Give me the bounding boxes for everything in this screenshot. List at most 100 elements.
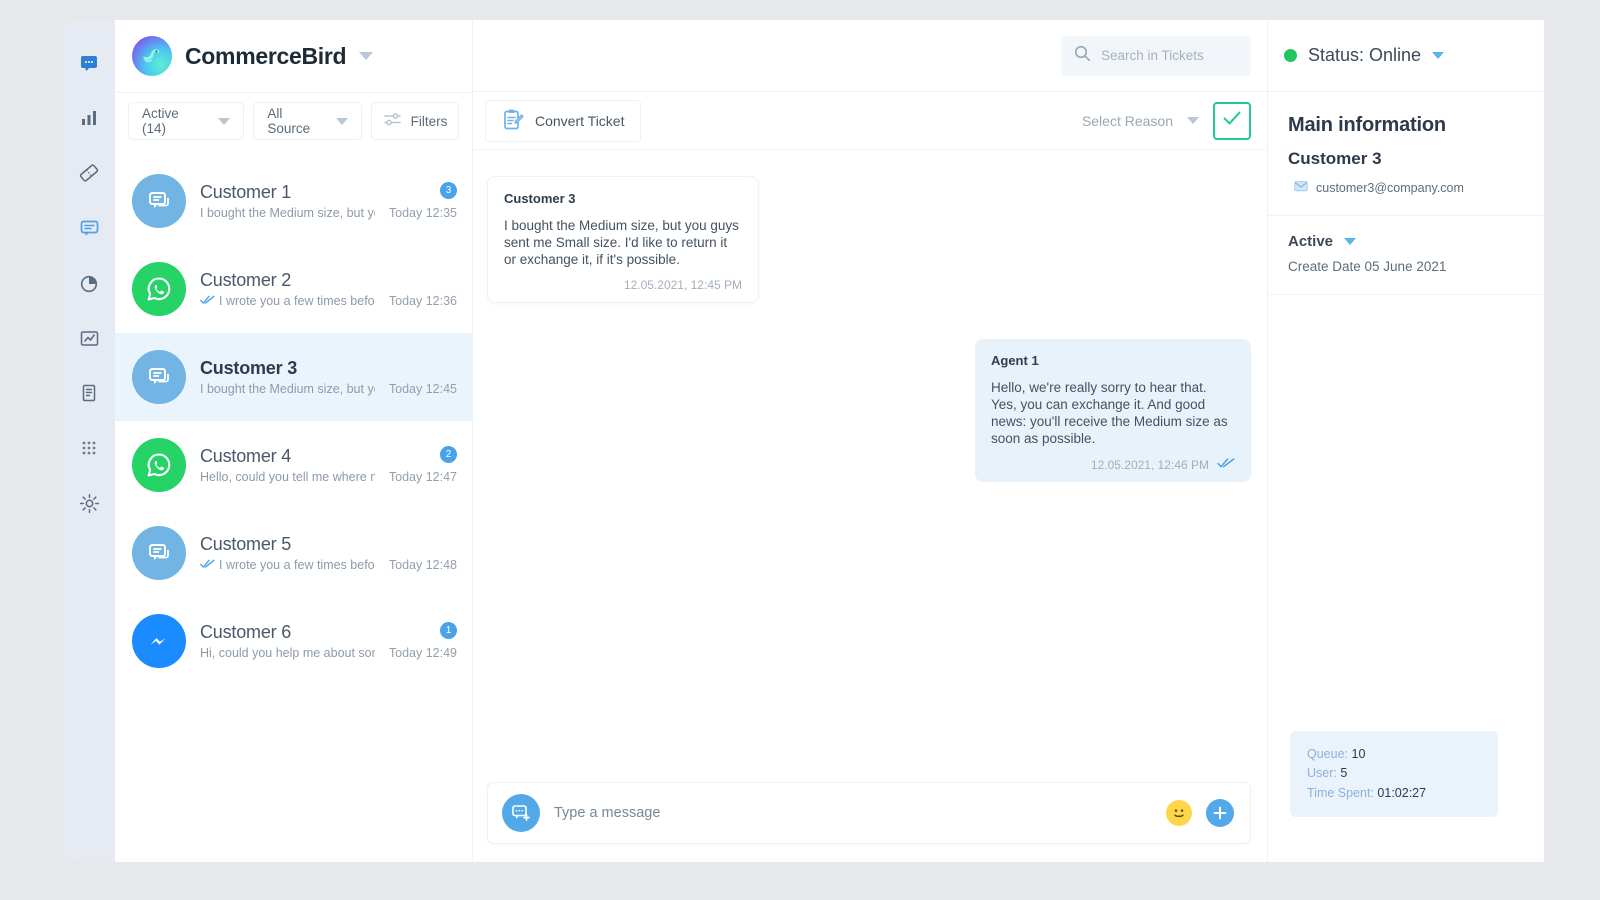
chat-column: Convert Ticket Select Reason Customer 3 … (472, 20, 1267, 862)
conversation-text: Customer 6 Hi, could you help me about so… (200, 622, 375, 660)
add-message-icon[interactable] (502, 794, 540, 832)
sidebar-item-documents[interactable] (74, 378, 104, 408)
user-stat: User: 5 (1307, 764, 1481, 783)
conversation-list[interactable]: Customer 1 I bought the Medium size, but … (115, 149, 472, 862)
chat-avatar-icon (132, 350, 186, 404)
conversation-time: Today 12:35 (388, 206, 457, 220)
conversation-meta: Today 12:36 (389, 270, 457, 308)
conversation-snippet: I bought the Medium size, but you guys..… (200, 206, 375, 220)
conversation-row[interactable]: Customer 2 I wrote you a few times before… (115, 245, 472, 333)
conversation-text: Customer 1 I bought the Medium size, but … (200, 182, 375, 220)
conversation-name: Customer 1 (200, 182, 292, 202)
sidebar-item-statistics[interactable] (74, 103, 104, 133)
smiley-icon[interactable] (1166, 800, 1192, 826)
conversation-snippet-row: Hi, could you help me about something? (200, 646, 375, 660)
chat-tools-bar: Convert Ticket Select Reason (473, 92, 1267, 150)
conversation-row[interactable]: Customer 1 I bought the Medium size, but … (115, 157, 472, 245)
read-receipt-icon (1217, 457, 1235, 473)
read-receipt-icon (200, 294, 215, 308)
message-author: Customer 3 (504, 191, 576, 206)
message-bubble-incoming: Customer 3 I bought the Medium size, but… (487, 176, 759, 304)
chat-avatar-icon (132, 526, 186, 580)
conversation-text: Customer 4 Hello, could you tell me where… (200, 446, 375, 484)
brand-bar: CommerceBird (115, 20, 472, 92)
conversation-time: Today 12:45 (388, 382, 457, 396)
search-box[interactable] (1061, 35, 1251, 76)
conversation-meta: 2 Today 12:47 (389, 446, 457, 484)
stats-box: Queue: 10 User: 5 Time Spent: 01:02:27 (1290, 730, 1498, 817)
chat-avatar-icon (132, 174, 186, 228)
status-dot-icon (1284, 49, 1297, 62)
conversation-time: Today 12:36 (388, 294, 457, 308)
chevron-down-icon[interactable] (359, 52, 374, 60)
unread-badge: 1 (440, 622, 457, 639)
plus-icon[interactable] (1206, 799, 1234, 827)
chat-top-bar (473, 20, 1267, 92)
state-row[interactable]: Active (1288, 233, 1524, 250)
conversation-snippet: Hi, could you help me about something? (200, 646, 375, 660)
sidebar-item-tickets[interactable] (74, 158, 104, 188)
conversation-meta: Today 12:48 (389, 534, 457, 572)
message-bubble-outgoing: Agent 1 Hello, we're really sorry to hea… (975, 339, 1251, 483)
chevron-down-icon (1187, 117, 1199, 124)
conversation-snippet-row: I bought the Medium size, but you... (200, 382, 375, 396)
check-icon (1222, 110, 1242, 131)
sidebar-item-inbox[interactable] (74, 48, 104, 78)
main-information-block: Main information Customer 3 customer3@co… (1268, 92, 1544, 216)
conversation-time: Today 12:48 (388, 558, 457, 572)
sidebar-item-reports[interactable] (74, 268, 104, 298)
search-input[interactable] (1101, 48, 1238, 63)
chevron-down-icon (336, 117, 348, 125)
conversation-text: Customer 3 I bought the Medium size, but … (200, 358, 375, 396)
info-panel: Status: Online Main information Customer… (1267, 20, 1544, 862)
conversation-snippet: I bought the Medium size, but you... (200, 382, 375, 396)
message-composer (487, 782, 1251, 844)
conversation-row[interactable]: Customer 3 I bought the Medium size, but … (115, 333, 472, 421)
conversation-text: Customer 5 I wrote you a few times before… (200, 534, 375, 572)
message-row-outgoing: Agent 1 Hello, we're really sorry to hea… (487, 339, 1251, 483)
filters-label: Filters (410, 113, 448, 129)
unread-badge: 3 (440, 182, 457, 199)
filters-button[interactable]: Filters (371, 102, 459, 140)
bird-logo-icon (132, 36, 172, 76)
time-spent-label: Time Spent: (1307, 785, 1374, 800)
conversation-row[interactable]: Customer 6 Hi, could you help me about so… (115, 597, 472, 685)
conversation-snippet: I wrote you a few times before for... (219, 558, 375, 572)
conversation-row[interactable]: Customer 5 I wrote you a few times before… (115, 509, 472, 597)
source-filter-dropdown[interactable]: All Source (253, 102, 362, 140)
chat-tools-right: Select Reason (1082, 101, 1251, 140)
customer-name: Customer 3 (1288, 149, 1382, 168)
sidebar-item-settings[interactable] (74, 488, 104, 518)
sliders-icon (383, 112, 402, 130)
sidebar-item-apps[interactable] (74, 433, 104, 463)
whatsapp-avatar-icon (132, 438, 186, 492)
source-filter-label: All Source (267, 106, 311, 136)
conversation-time: Today 12:47 (388, 470, 457, 484)
status-label: Status: Online (1308, 45, 1422, 65)
chevron-down-icon[interactable] (1432, 52, 1445, 59)
conversation-meta: 3 Today 12:35 (389, 182, 457, 220)
status-filter-dropdown[interactable]: Active (14) (128, 102, 245, 140)
sidebar-item-messages[interactable] (74, 213, 104, 243)
agent-status-row[interactable]: Status: Online (1268, 20, 1544, 92)
read-receipt-icon (200, 558, 215, 572)
select-reason-dropdown[interactable]: Select Reason (1082, 113, 1199, 129)
conversation-row[interactable]: Customer 4 Hello, could you tell me where… (115, 421, 472, 509)
conversation-name: Customer 2 (200, 270, 292, 290)
message-author: Agent 1 (991, 353, 1039, 369)
clipboard-edit-icon (502, 108, 524, 134)
app-window: CommerceBird Active (14) All Source Filt… (63, 20, 1544, 862)
unread-badge: 2 (440, 446, 457, 463)
message-input[interactable] (554, 805, 1152, 821)
message-time: 12.05.2021, 12:46 PM (1090, 457, 1209, 472)
left-icon-rail (63, 20, 115, 862)
confirm-button[interactable] (1213, 101, 1251, 140)
convert-ticket-button[interactable]: Convert Ticket (485, 99, 642, 142)
status-filter-label: Active (14) (142, 106, 179, 136)
conversation-name: Customer 6 (200, 622, 292, 642)
conversation-snippet-row: I wrote you a few times before for... (200, 558, 375, 572)
chevron-down-icon[interactable] (1344, 238, 1357, 245)
conversation-meta: 1 Today 12:49 (389, 622, 457, 660)
sidebar-item-analytics[interactable] (74, 323, 104, 353)
user-value: 5 (1340, 766, 1348, 781)
